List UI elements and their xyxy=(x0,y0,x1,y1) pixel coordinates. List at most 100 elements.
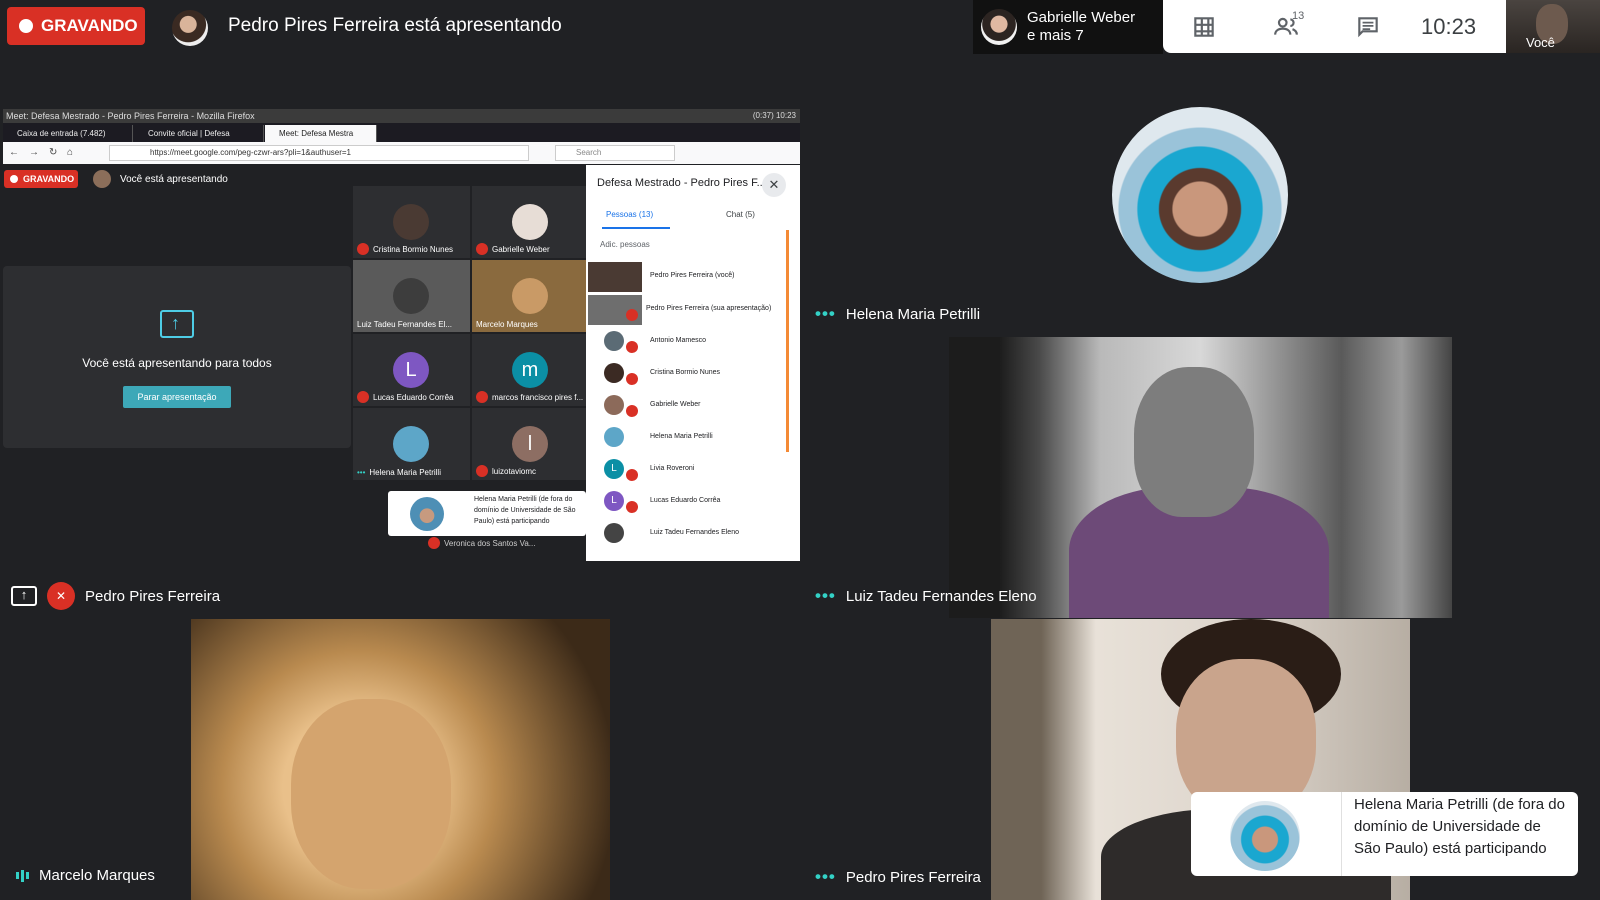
tile-name: Marcelo Marques xyxy=(476,320,538,329)
tile-name: luizotaviomc xyxy=(492,466,537,476)
people-list-item[interactable]: Cristina Bormio Nunes xyxy=(586,357,800,389)
speaking-dots-icon: ••• xyxy=(815,867,836,886)
tile-name: Helena Maria Petrilli xyxy=(845,305,981,323)
recording-dot-icon xyxy=(19,19,33,33)
participant-avatar xyxy=(512,204,548,240)
tile-name: Helena Maria Petrilli xyxy=(369,468,441,477)
people-list-item[interactable]: Helena Maria Petrilli xyxy=(586,421,800,453)
people-list-item[interactable]: Luiz Tadeu Fernandes Eleno xyxy=(586,517,800,549)
forward-icon[interactable]: → xyxy=(29,147,39,158)
inner-tile[interactable]: L Lucas Eduardo Corrêa xyxy=(353,334,470,406)
notification-line1: Gabrielle Weber xyxy=(1027,9,1136,26)
shared-screen: Meet: Defesa Mestrado - Pedro Pires Ferr… xyxy=(3,109,800,561)
marcelo-video[interactable] xyxy=(191,619,610,900)
tile-name: marcos francisco pires f... xyxy=(492,392,584,402)
browser-tab[interactable]: Caixa de entrada (7.482) xyxy=(3,125,133,142)
chat-button[interactable] xyxy=(1327,0,1409,53)
people-list-item[interactable]: Gabrielle Weber xyxy=(586,389,800,421)
people-list-item[interactable]: Antonio Mamesco xyxy=(586,325,800,357)
layout-button[interactable] xyxy=(1163,0,1245,53)
tile-name: Cristina Bormio Nunes xyxy=(373,244,454,254)
mic-off-icon xyxy=(626,469,638,481)
inner-recording-badge: GRAVANDO xyxy=(4,170,78,188)
presenter-avatar xyxy=(172,10,208,46)
participant-avatar xyxy=(604,331,624,351)
clock: 10:23 xyxy=(1421,13,1477,39)
share-tile-label: ↑ ✕ Pedro Pires Ferreira xyxy=(11,582,220,610)
inner-tile[interactable]: l luizotaviomc xyxy=(472,408,589,480)
browser-search[interactable]: Search xyxy=(555,145,675,161)
reload-icon[interactable]: ↻ xyxy=(49,147,57,158)
browser-tab-active[interactable]: Meet: Defesa Mestra xyxy=(265,125,377,142)
participant-name: Pedro Pires Ferreira (sua apresentação) xyxy=(646,305,772,312)
tab-people[interactable]: Pessoas (13) xyxy=(606,210,653,219)
self-view-tile[interactable]: Você xyxy=(1506,0,1600,53)
stop-presenting-button[interactable]: Parar apresentação xyxy=(123,386,231,408)
browser-tabs: Caixa de entrada (7.482) Convite oficial… xyxy=(3,123,800,142)
close-icon[interactable]: ✕ xyxy=(762,173,786,197)
mic-off-icon xyxy=(626,309,638,321)
inner-presenter-avatar xyxy=(93,170,111,188)
tile-name: Luiz Tadeu Fernandes Eleno xyxy=(845,587,1037,605)
people-list-item[interactable]: Pedro Pires Ferreira (você) xyxy=(586,260,800,292)
participant-avatar: L xyxy=(393,352,429,388)
meeting-controls: 13 10:23 xyxy=(1163,0,1506,53)
add-people-button[interactable]: Adic. pessoas xyxy=(600,240,650,249)
inner-tile[interactable]: Marcelo Marques xyxy=(472,260,589,332)
participant-name: Helena Maria Petrilli xyxy=(650,433,713,440)
luiz-video[interactable] xyxy=(949,337,1452,618)
url-bar[interactable]: https://meet.google.com/peg-czwr-ars?pli… xyxy=(109,145,529,161)
join-toast[interactable]: Helena Maria Petrilli (de fora do domíni… xyxy=(1191,792,1578,876)
inner-tile[interactable]: ••• Helena Maria Petrilli xyxy=(353,408,470,480)
notification-avatar xyxy=(981,9,1017,45)
speaking-dots-icon: ••• xyxy=(815,586,836,605)
inner-tile[interactable]: m marcos francisco pires f... xyxy=(472,334,589,406)
participant-avatar: L xyxy=(604,491,624,511)
marcelo-tile-label: Marcelo Marques xyxy=(16,867,155,884)
marcelo-face xyxy=(291,699,451,889)
people-button[interactable]: 13 xyxy=(1245,0,1327,53)
participant-video xyxy=(588,262,642,292)
inner-join-toast: Helena Maria Petrilli (de fora do domíni… xyxy=(388,491,586,536)
system-tray: (0:37) 10:23 xyxy=(752,111,796,120)
inner-tile[interactable]: Luiz Tadeu Fernandes El... xyxy=(353,260,470,332)
presenting-card: Você está apresentando para todos Parar … xyxy=(3,266,351,448)
participant-video xyxy=(393,278,429,314)
window-title: Meet: Defesa Mestrado - Pedro Pires Ferr… xyxy=(3,109,800,123)
helena-avatar[interactable] xyxy=(1112,107,1288,283)
home-icon[interactable]: ⌂ xyxy=(67,147,73,158)
participant-name: Cristina Bormio Nunes xyxy=(650,369,721,376)
participant-avatar xyxy=(604,395,624,415)
inner-tile[interactable]: Gabrielle Weber xyxy=(472,186,589,258)
participant-avatar xyxy=(393,426,429,462)
people-list-item[interactable]: Pedro Pires Ferreira (sua apresentação) xyxy=(586,293,800,325)
tab-chat[interactable]: Chat (5) xyxy=(726,210,755,219)
participant-avatar: l xyxy=(512,426,548,462)
tile-name: Pedro Pires Ferreira xyxy=(845,868,981,886)
luiz-tile-label: ••• Luiz Tadeu Fernandes Eleno xyxy=(815,586,1037,606)
speaking-dots-icon: ••• xyxy=(357,468,366,477)
pedro-tile-label: ••• Pedro Pires Ferreira xyxy=(815,867,981,887)
speaking-dots-icon: ••• xyxy=(815,304,836,323)
participant-avatar: L xyxy=(604,459,624,479)
inner-participant-grid: Cristina Bormio Nunes Gabrielle Weber Lu… xyxy=(353,186,589,480)
people-count: 13 xyxy=(1292,10,1305,22)
people-list-item[interactable]: L Livia Roveroni xyxy=(586,453,800,485)
participant-avatar xyxy=(393,204,429,240)
toast-avatar xyxy=(1230,801,1300,871)
participant-name: Lucas Eduardo Corrêa xyxy=(650,497,721,504)
mic-off-icon xyxy=(476,465,488,477)
toast-text: Helena Maria Petrilli (de fora do domíni… xyxy=(1354,796,1565,857)
join-notification[interactable]: Gabrielle Weber e mais 7 xyxy=(973,0,1163,54)
participant-avatar xyxy=(604,427,624,447)
people-list-item[interactable]: L Lucas Eduardo Corrêa xyxy=(586,485,800,517)
helena-tile-label: ••• Helena Maria Petrilli xyxy=(815,304,980,324)
back-icon[interactable]: ← xyxy=(9,147,19,158)
browser-tab[interactable]: Convite oficial | Defesa xyxy=(134,125,264,142)
mic-off-icon xyxy=(626,501,638,513)
mic-off-icon: ✕ xyxy=(47,582,75,610)
mic-off-icon xyxy=(626,373,638,385)
inner-tile[interactable]: Cristina Bormio Nunes xyxy=(353,186,470,258)
tile-name: Luiz Tadeu Fernandes El... xyxy=(357,320,453,329)
participant-name: Gabrielle Weber xyxy=(650,401,701,408)
